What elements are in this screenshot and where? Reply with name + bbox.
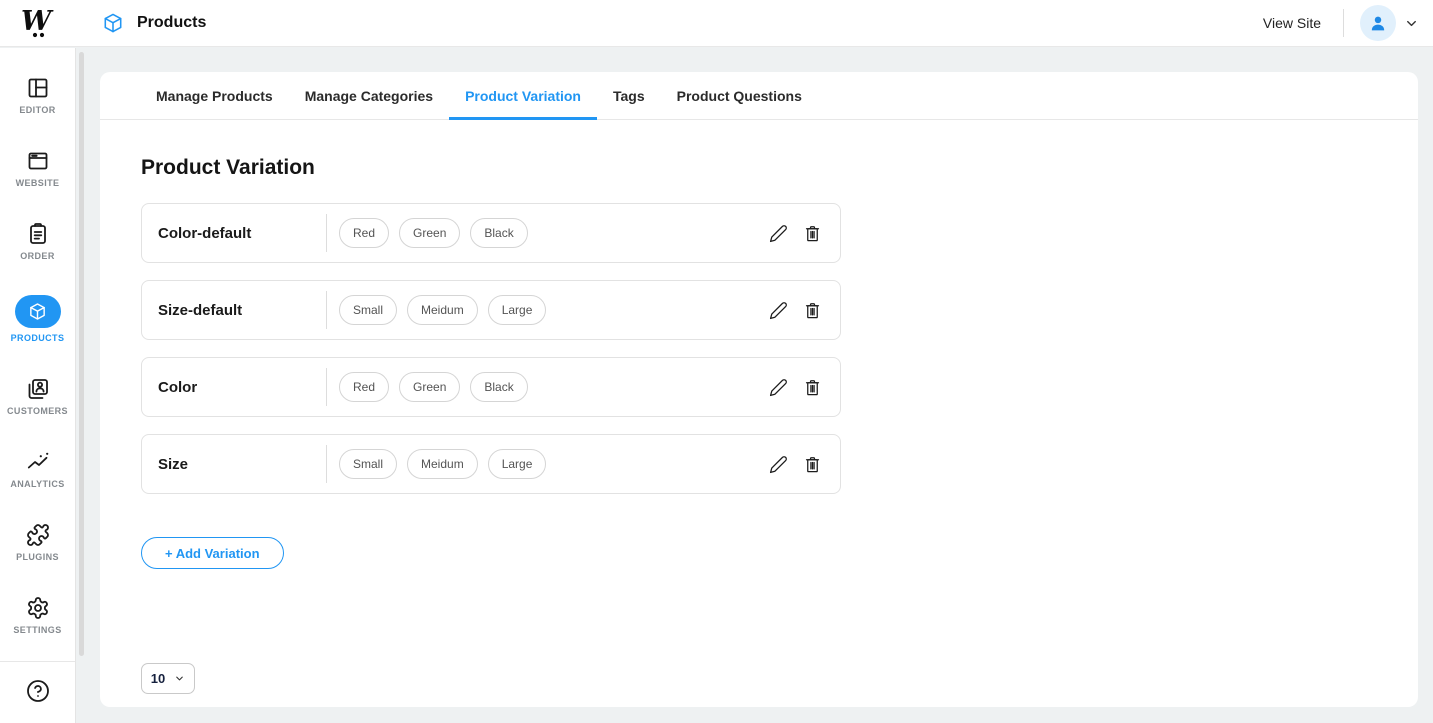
sidebar-item-label: PLUGINS xyxy=(16,552,59,562)
tab-manage-categories[interactable]: Manage Categories xyxy=(289,72,449,119)
variation-row: Size Small Meidum Large xyxy=(141,434,841,494)
app-logo[interactable]: W xyxy=(0,4,76,42)
row-divider xyxy=(326,368,327,406)
sidebar-item-label: PRODUCTS xyxy=(11,333,65,343)
row-divider xyxy=(326,291,327,329)
option-chip: Red xyxy=(339,372,389,402)
tab-tags[interactable]: Tags xyxy=(597,72,661,119)
sidebar-scrollbar[interactable] xyxy=(79,52,84,656)
option-chip: Meidum xyxy=(407,295,478,325)
active-pill xyxy=(15,295,61,328)
sidebar-item-products[interactable]: PRODUCTS xyxy=(0,295,75,343)
row-divider xyxy=(326,214,327,252)
sidebar-item-settings[interactable]: SETTINGS xyxy=(0,596,75,635)
variation-row: Color Red Green Black xyxy=(141,357,841,417)
page-size-dropdown[interactable]: 10 xyxy=(141,663,195,694)
order-clipboard-icon xyxy=(26,222,50,246)
user-avatar[interactable] xyxy=(1360,5,1396,41)
option-chips: Small Meidum Large xyxy=(339,449,546,479)
option-chip: Green xyxy=(399,372,460,402)
settings-gear-icon xyxy=(26,596,50,620)
tab-manage-products[interactable]: Manage Products xyxy=(140,72,289,119)
sidebar-item-editor[interactable]: EDITOR xyxy=(0,76,75,115)
edit-pencil-icon[interactable] xyxy=(769,301,788,320)
sidebar-item-label: ORDER xyxy=(20,251,55,261)
variation-name: Size-default xyxy=(158,302,326,319)
sidebar-item-order[interactable]: ORDER xyxy=(0,222,75,261)
edit-pencil-icon[interactable] xyxy=(769,455,788,474)
option-chips: Red Green Black xyxy=(339,372,528,402)
sidebar-item-customers[interactable]: CUSTOMERS xyxy=(0,377,75,416)
option-chip: Green xyxy=(399,218,460,248)
website-browser-icon xyxy=(26,149,50,173)
tab-product-variation[interactable]: Product Variation xyxy=(449,72,597,119)
sidebar-item-label: CUSTOMERS xyxy=(7,406,68,416)
main-panel: Manage Products Manage Categories Produc… xyxy=(100,72,1418,707)
option-chip: Meidum xyxy=(407,449,478,479)
option-chips: Small Meidum Large xyxy=(339,295,546,325)
delete-trash-icon[interactable] xyxy=(803,378,822,397)
analytics-chart-icon xyxy=(26,450,50,474)
delete-trash-icon[interactable] xyxy=(803,301,822,320)
tabs-row: Manage Products Manage Categories Produc… xyxy=(100,72,1418,120)
option-chip: Large xyxy=(488,449,547,479)
delete-trash-icon[interactable] xyxy=(803,455,822,474)
account-menu-chevron-down-icon[interactable] xyxy=(1404,16,1419,31)
option-chip: Small xyxy=(339,295,397,325)
brand-w-logo-icon: W xyxy=(20,4,56,42)
sidebar-item-plugins[interactable]: PLUGINS xyxy=(0,523,75,562)
tab-product-questions[interactable]: Product Questions xyxy=(661,72,818,119)
topbar: W Products View Site xyxy=(0,0,1433,47)
edit-pencil-icon[interactable] xyxy=(769,378,788,397)
variation-name: Color xyxy=(158,379,326,396)
option-chip: Black xyxy=(470,218,527,248)
option-chips: Red Green Black xyxy=(339,218,528,248)
option-chip: Small xyxy=(339,449,397,479)
person-icon xyxy=(1368,13,1388,33)
view-site-link[interactable]: View Site xyxy=(1263,15,1321,31)
add-variation-button[interactable]: + Add Variation xyxy=(141,537,284,569)
edit-pencil-icon[interactable] xyxy=(769,224,788,243)
option-chip: Red xyxy=(339,218,389,248)
chevron-down-icon xyxy=(174,673,185,684)
sidebar-footer xyxy=(0,661,75,723)
sidebar-item-analytics[interactable]: ANALYTICS xyxy=(0,450,75,489)
page-title: Products xyxy=(137,14,206,32)
section-heading: Product Variation xyxy=(141,156,1377,180)
variation-row: Size-default Small Meidum Large xyxy=(141,280,841,340)
sidebar-item-label: WEBSITE xyxy=(16,178,60,188)
sidebar-item-label: SETTINGS xyxy=(13,625,61,635)
sidebar: EDITOR WEBSITE ORDER xyxy=(0,48,76,723)
page-size-value: 10 xyxy=(151,671,165,686)
row-divider xyxy=(326,445,327,483)
variation-row: Color-default Red Green Black xyxy=(141,203,841,263)
editor-layout-icon xyxy=(26,76,50,100)
topbar-divider xyxy=(1343,9,1344,37)
option-chip: Black xyxy=(470,372,527,402)
delete-trash-icon[interactable] xyxy=(803,224,822,243)
variation-name: Size xyxy=(158,456,326,473)
products-cube-icon xyxy=(102,12,124,34)
svg-text:W: W xyxy=(21,6,54,37)
customers-contact-card-icon xyxy=(26,377,50,401)
tab-content: Product Variation Color-default Red Gree… xyxy=(100,120,1418,694)
products-cube-icon xyxy=(28,302,47,321)
sidebar-item-label: ANALYTICS xyxy=(10,479,64,489)
option-chip: Large xyxy=(488,295,547,325)
plugins-puzzle-icon xyxy=(26,523,50,547)
help-icon[interactable] xyxy=(26,679,50,703)
variation-name: Color-default xyxy=(158,225,326,242)
sidebar-item-label: EDITOR xyxy=(19,105,55,115)
sidebar-item-website[interactable]: WEBSITE xyxy=(0,149,75,188)
